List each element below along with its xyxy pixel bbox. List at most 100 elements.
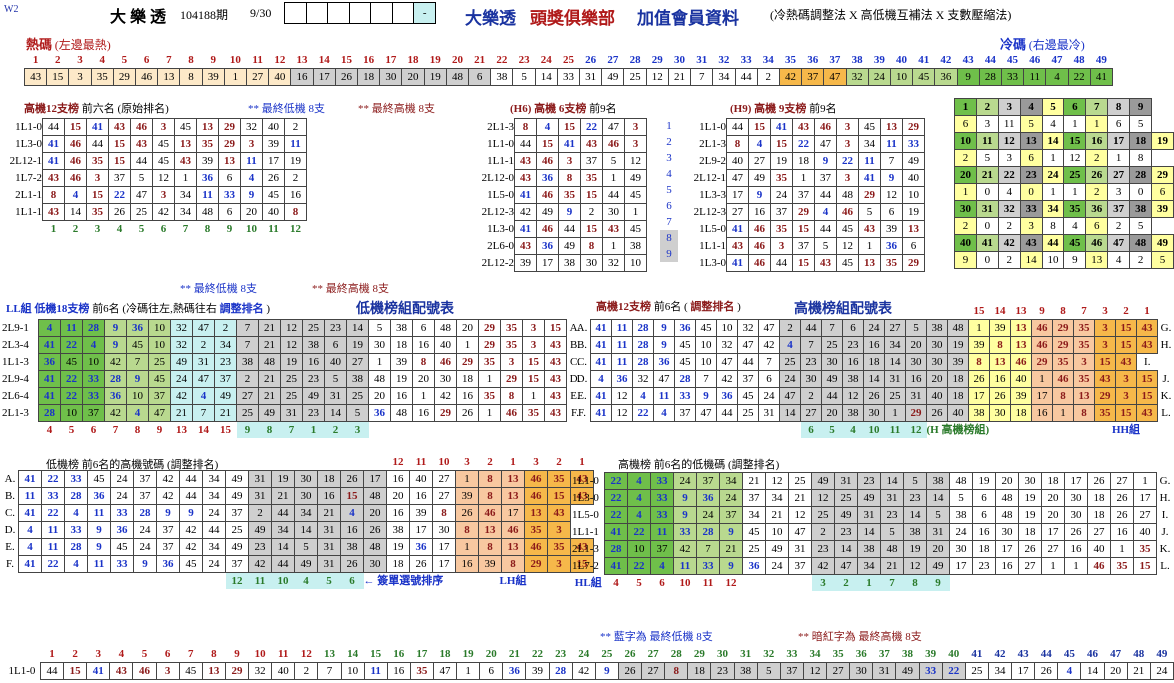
ll-cell: 30 [368,336,391,354]
hh-cell: 26 [863,387,885,405]
hl-cell: 24 [719,489,743,507]
bottom-col-index: 39 [925,648,937,660]
matrix-count: 6 [1107,115,1131,133]
hh-cell: 46 [1052,370,1074,388]
spacer [249,454,272,471]
entry-box-1[interactable] [284,2,307,24]
hh-cell: 16 [1031,404,1053,422]
ll-cell: 23 [324,319,347,337]
bottom-col-index: 41 [971,648,983,660]
ll-cell: 40 [434,336,457,354]
h6-cell: 44 [558,220,581,238]
hot-cold-number: 20 [401,68,425,86]
h6-index-cell: 1 [666,120,672,132]
h9-cell: 19 [902,203,925,221]
high12-cell: 15 [108,152,131,170]
spacer [88,573,111,590]
row-end-tag: G. [1159,475,1171,487]
high12-col-index: 3 [94,223,101,235]
hh-cell: 14 [863,370,885,388]
hh-cell: 13 [989,353,1011,371]
matrix-number: 41 [975,234,999,252]
entry-box-4[interactable] [349,2,372,24]
hh-cell: 11 [611,353,633,371]
hh-cell: 39 [968,336,990,354]
row-label: 1L1-0 [15,121,42,133]
hl-cell: 31 [880,489,904,507]
row-label: 1L1-3 [2,356,29,368]
entry-box-3[interactable] [328,2,350,24]
h9-cell: 3 [836,118,859,136]
h9-cell: 29 [858,186,881,204]
hl-cell: 9 [673,489,697,507]
number-matrix: 1 2 3 4 5 6 7 8 9 6 3 11 5 4 1 1 6 5 10 11 12 13 14 15 16 17 18 19 2… [954,98,1174,269]
lh-cell: 36 [87,487,111,505]
lh-cell: 19 [386,538,410,556]
hh-cell: 17 [968,387,990,405]
spacer [134,454,157,471]
h9-cell: 8 [726,135,749,153]
ll-cell: 38 [236,353,259,371]
hl-cell: 25 [834,489,858,507]
matrix-number: 26 [1085,166,1109,184]
hh-cell: 30 [863,404,885,422]
hh-cell: 6 [758,370,780,388]
hh-cell: 25 [737,404,759,422]
entry-dash[interactable]: - [414,2,437,24]
entry-boxes[interactable]: - [284,2,437,24]
bottom-col-index: 5 [141,648,148,660]
lh-cell: 24 [202,555,226,573]
lh-cell: 15 [547,487,571,505]
hl-cell: 23 [857,472,881,490]
hl-cell: 27 [1018,557,1042,575]
hl-cell: 37 [719,506,743,524]
h9-cell: 29 [902,118,925,136]
h9-cell: 46 [814,118,837,136]
rank-index: 45 [1007,54,1019,66]
entry-box-2[interactable] [306,2,329,24]
bottom-col-index: 6 [164,648,171,660]
ll-cell: 46 [434,353,457,371]
bottom-col-index: 44 [1040,648,1052,660]
lh-cell: 17 [432,538,456,556]
lh-cell: 40 [409,470,433,488]
entry-box-6[interactable] [392,2,415,24]
bottom-col-index: 3 [95,648,102,660]
lh-cell: 39 [409,504,433,522]
bottom-col-index: 25 [601,648,613,660]
matrix-count: 9 [1063,251,1087,269]
hh-cell: 28 [674,370,696,388]
hh-cell: 28 [632,319,654,337]
hl-foot-index-b: 8 [903,574,927,591]
lh-head-index: 11 [415,456,427,468]
high12-cell: 34 [174,186,197,204]
h9-cell: 11 [858,152,881,170]
rank-index: 42 [940,54,952,66]
ll-cell: 41 [38,336,61,354]
hh-head-index: 9 [1039,305,1045,317]
hl-cell: 17 [1041,523,1065,541]
hh-foot-index: 5 [821,421,843,438]
ll-cell: 30 [434,370,457,388]
hl-cell: 30 [1064,506,1088,524]
hh-cell: 38 [926,319,948,337]
high12-col-index: 4 [116,223,123,235]
matrix-count: 12 [1063,149,1087,167]
ll-cell: 7 [236,336,259,354]
hl-cell: 14 [834,540,858,558]
hot-cold-number: 10 [889,68,914,86]
hh-foot-index: 10 [863,421,885,438]
spacer [318,454,341,471]
hh-cell: 22 [632,404,654,422]
ll-foot-index: 4 [46,424,53,436]
hh-cell: 40 [926,387,948,405]
matrix-number: 37 [1107,200,1131,218]
lh-head-index: 12 [392,456,404,468]
hl-cell: 26 [1018,540,1042,558]
lh-cell: 20 [363,504,387,522]
lh-cell: 9 [179,504,203,522]
row-label: 2L3-4 [2,339,29,351]
entry-box-5[interactable] [371,2,393,24]
ll-adjust: 調整排名 [219,303,264,315]
lh-cell: 16 [455,555,479,573]
